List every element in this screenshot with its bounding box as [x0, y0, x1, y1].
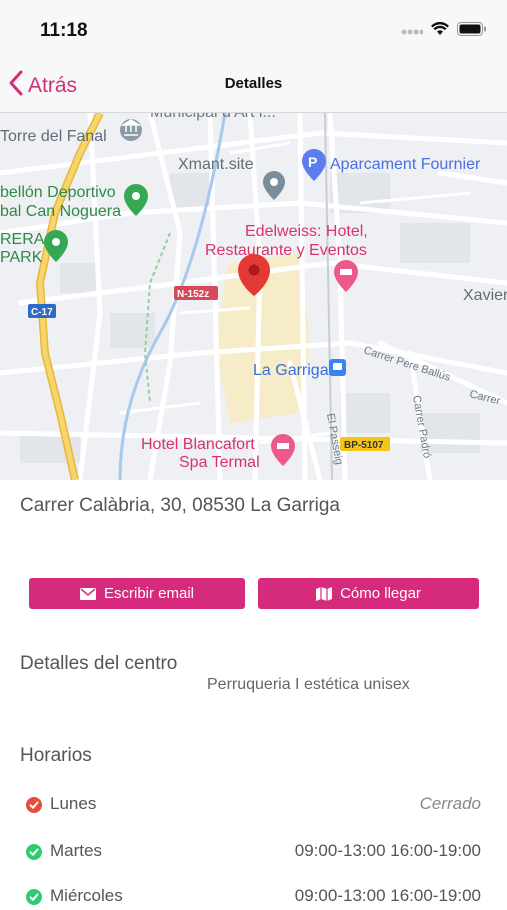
train-station-icon [329, 359, 346, 376]
open-status-icon [26, 889, 42, 905]
map-label-park: PARK [0, 249, 43, 266]
map-label-hotel-1: Hotel Blancafort [141, 436, 255, 453]
map-icon [316, 586, 333, 602]
map-label-torre: Torre del Fanal [0, 128, 107, 145]
status-time: 11:18 [40, 20, 88, 41]
battery-icon [457, 22, 487, 41]
map-label-municipal: Municipal d'Art i... [150, 113, 276, 121]
map-label-edelweiss-1: Edelweiss: Hotel, [245, 223, 368, 240]
map-label-pabellon-2: bal Can Noguera [0, 203, 121, 220]
hours-time: 09:00-13:00 16:00-19:00 [294, 886, 481, 905]
hours-day: Miércoles [50, 886, 123, 905]
send-email-button[interactable]: Escribir email [29, 578, 245, 609]
map-label-aparcament: Aparcament Fournier [330, 156, 481, 173]
envelope-icon [79, 587, 96, 600]
send-email-label: Escribir email [103, 585, 194, 602]
wifi-icon [431, 21, 449, 41]
map-view[interactable]: P Municipal d'Art i... Torre del [0, 113, 507, 480]
directions-label: Cómo llegar [340, 585, 421, 602]
hours-row-wednesday: Miércoles 09:00-13:00 16:00-19:00 [26, 886, 481, 910]
map-label-n152z: N-152z [177, 289, 209, 300]
hours-time: 09:00-13:00 16:00-19:00 [294, 841, 481, 860]
landmark-icon [120, 119, 142, 141]
page-title: Detalles [224, 75, 283, 92]
map-label-c17: C-17 [31, 307, 53, 318]
center-description: Perruqueria I estética unisex [207, 676, 410, 693]
map-label-edelweiss-2: Restaurante y Eventos [205, 242, 367, 259]
hours-title: Horarios [20, 745, 92, 766]
signal-icon [401, 23, 425, 41]
directions-button[interactable]: Cómo llegar [258, 578, 479, 609]
navigation-bar: Atrás Detalles [0, 60, 507, 113]
address-text: Carrer Calàbria, 30, 08530 La Garriga [20, 495, 341, 516]
map-label-bp5107: BP-5107 [344, 440, 384, 451]
map-label-xmant: Xmant.site [178, 156, 254, 173]
hours-row-monday: Lunes Cerrado [26, 794, 481, 818]
map-label-hotel-2: Spa Termal [179, 454, 260, 471]
map-label-rera: RERA [0, 231, 45, 248]
open-status-icon [26, 844, 42, 860]
svg-text:P: P [308, 154, 317, 170]
map-label-xavier: Xavier [463, 287, 507, 304]
center-details-title: Detalles del centro [20, 653, 178, 674]
hours-day: Martes [50, 841, 102, 860]
status-bar: 11:18 [0, 0, 507, 60]
status-icons [401, 21, 487, 41]
hours-day: Lunes [50, 794, 97, 813]
hours-time: Cerrado [419, 794, 481, 813]
map-label-pabellon-1: bellón Deportivo [0, 184, 116, 201]
closed-status-icon [26, 797, 42, 813]
hours-row-tuesday: Martes 09:00-13:00 16:00-19:00 [26, 841, 481, 865]
map-label-la-garriga: La Garriga [253, 362, 329, 379]
